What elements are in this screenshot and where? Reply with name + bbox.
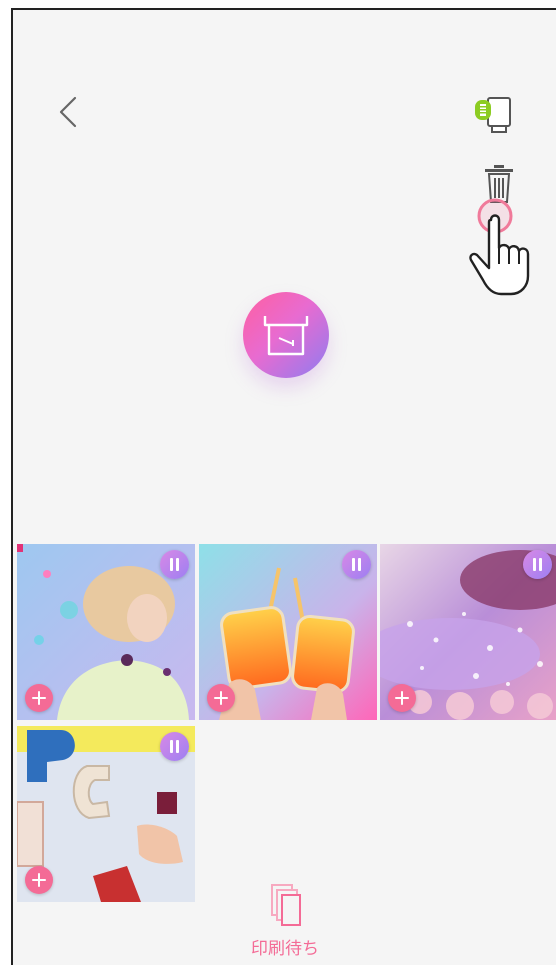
app-screen: 印刷待ち <box>11 8 556 965</box>
print-queue-label: 印刷待ち <box>251 939 319 959</box>
printer-icon <box>263 316 309 356</box>
printer-device-button[interactable] <box>471 94 519 138</box>
print-queue-tab[interactable]: 印刷待ち <box>235 878 335 960</box>
print-button[interactable] <box>243 292 329 378</box>
photo-tile[interactable] <box>17 726 195 902</box>
photo-tile[interactable] <box>17 544 195 720</box>
pause-print-button[interactable] <box>342 550 371 579</box>
tap-hint-hand-icon <box>469 198 530 296</box>
add-copy-button[interactable] <box>25 684 53 712</box>
add-copy-button[interactable] <box>207 684 235 712</box>
photo-tile[interactable] <box>380 544 556 720</box>
back-button[interactable] <box>51 92 85 132</box>
photo-tile[interactable] <box>199 544 377 720</box>
trash-icon <box>485 165 513 203</box>
printer-battery-icon <box>475 97 511 133</box>
add-copy-button[interactable] <box>25 866 53 894</box>
pause-print-button[interactable] <box>523 550 552 579</box>
chevron-left-icon <box>59 96 77 128</box>
print-queue-icon <box>271 884 301 926</box>
delete-button[interactable] <box>479 162 519 206</box>
pause-print-button[interactable] <box>160 550 189 579</box>
pause-print-button[interactable] <box>160 732 189 761</box>
add-copy-button[interactable] <box>388 684 416 712</box>
